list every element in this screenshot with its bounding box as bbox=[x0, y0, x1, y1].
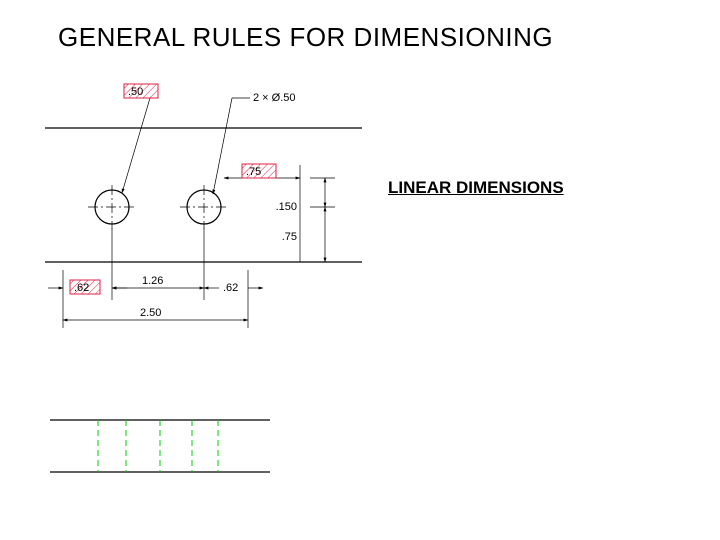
leader-dim-2: 2 × Ø.50 bbox=[253, 92, 296, 104]
dim-h-right: .62 bbox=[223, 282, 238, 294]
dim-h-left: .62 bbox=[74, 282, 89, 294]
dim-h-mid: 1.26 bbox=[142, 275, 163, 287]
dim-vertical-small: .150 bbox=[276, 201, 297, 213]
dim-overall: 2.50 bbox=[140, 307, 161, 319]
leader-dim-1: .50 bbox=[128, 86, 143, 98]
dim-vertical-large: .75 bbox=[282, 231, 297, 243]
dim-horizontal-upper: .75 bbox=[246, 166, 261, 178]
technical-drawing: .50 2 × Ø.50 .75 .150 .75 .62 1.26 .62 2… bbox=[0, 0, 720, 540]
